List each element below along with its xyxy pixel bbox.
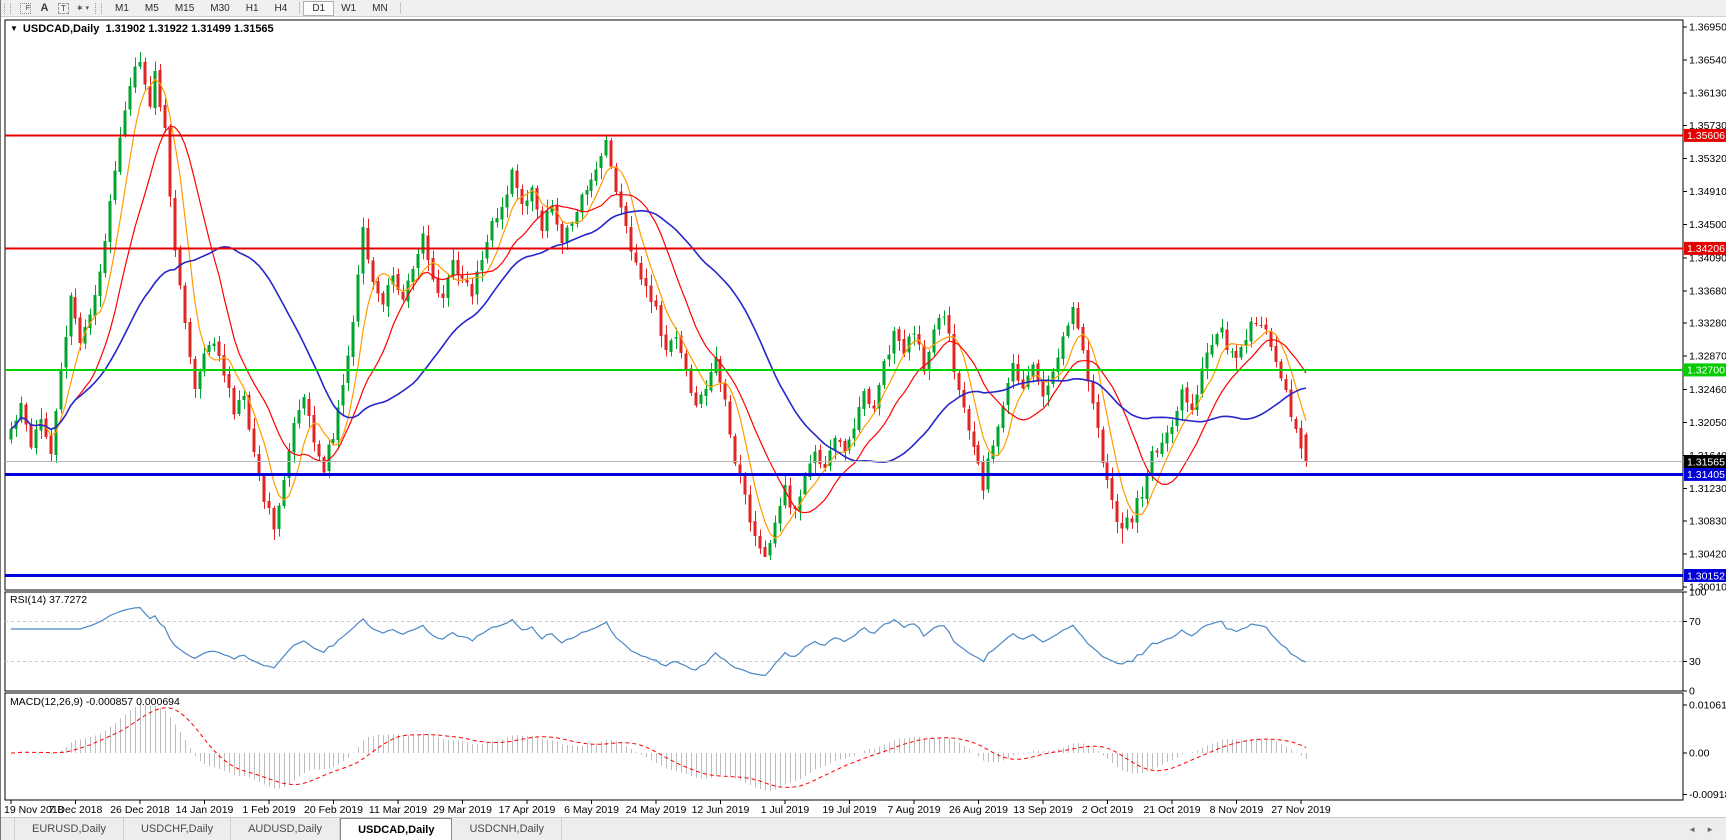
svg-text:26 Dec 2018: 26 Dec 2018 [110, 804, 170, 816]
svg-text:20 Feb 2019: 20 Feb 2019 [304, 804, 363, 816]
svg-text:1.36950: 1.36950 [1689, 22, 1726, 34]
svg-text:1.30152: 1.30152 [1687, 570, 1725, 582]
timeframe-h1-button[interactable]: H1 [238, 2, 267, 15]
chart-tabs: EURUSD,Daily USDCHF,Daily AUDUSD,Daily USDC… [14, 818, 563, 840]
svg-text:1.35606: 1.35606 [1687, 130, 1725, 142]
chart-toolbar: FAT✶ M1M5M15M30H1H4 D1W1MN [1, 0, 1726, 17]
text-label-tool-icon[interactable]: A [36, 1, 53, 15]
svg-text:1.34500: 1.34500 [1689, 219, 1726, 231]
svg-text:12 Jun 2019: 12 Jun 2019 [692, 804, 750, 816]
svg-text:2 Oct 2019: 2 Oct 2019 [1082, 804, 1134, 816]
svg-text:17 Apr 2019: 17 Apr 2019 [499, 804, 556, 816]
svg-text:0: 0 [1689, 686, 1695, 698]
timeframe-buttons-group: M1 M5 M15 M30 H1 H4 D1 W1 MN [107, 0, 405, 16]
svg-text:30: 30 [1689, 656, 1701, 668]
svg-text:26 Aug 2019: 26 Aug 2019 [949, 804, 1008, 816]
draw-tools-group: F A T ✶ [16, 1, 92, 15]
timeframe-m1-button[interactable]: M1 [107, 2, 137, 15]
svg-text:1 Feb 2019: 1 Feb 2019 [242, 804, 295, 816]
price-chart-svg[interactable]: 1.369501.365401.361301.357301.353201.349… [1, 0, 1726, 840]
tab-audusd[interactable]: AUDUSD,Daily [231, 818, 341, 840]
tabs-scroll-right-icon[interactable]: ► [1706, 825, 1714, 834]
timeframe-w1-button[interactable]: W1 [333, 2, 364, 15]
timeframe-d1-button[interactable]: D1 [303, 0, 335, 16]
svg-text:1.34206: 1.34206 [1687, 243, 1725, 255]
svg-text:1.30830: 1.30830 [1689, 515, 1726, 527]
metatrader-window: FAT✶ M1M5M15M30H1H4 D1W1MN 1.36950 1.36540… [0, 0, 1726, 840]
svg-text:70: 70 [1689, 616, 1701, 628]
svg-text:7 Aug 2019: 7 Aug 2019 [887, 804, 940, 816]
arrow-objects-tool-icon[interactable]: ✶ [74, 1, 91, 15]
svg-text:100: 100 [1689, 587, 1707, 599]
svg-text:11 Mar 2019: 11 Mar 2019 [369, 804, 427, 816]
tab-usdchf[interactable]: USDCHF,Daily [124, 818, 232, 840]
svg-text:7 Dec 2018: 7 Dec 2018 [49, 804, 103, 816]
svg-text:19 Jul 2019: 19 Jul 2019 [822, 804, 876, 816]
rsi-label: RSI(14) 37.7272 [10, 594, 88, 606]
tabs-scroll-left-icon[interactable]: ◄ [1688, 825, 1696, 834]
timeframe-toolbar-grip[interactable] [95, 2, 102, 14]
svg-text:0.00: 0.00 [1689, 748, 1710, 760]
svg-text:-0.00918: -0.00918 [1689, 789, 1726, 801]
svg-text:1.33280: 1.33280 [1689, 318, 1726, 330]
timeframe-m5-button[interactable]: M5 [137, 2, 167, 15]
svg-text:14 Jan 2019: 14 Jan 2019 [176, 804, 234, 816]
svg-text:1.31565: 1.31565 [1687, 456, 1725, 468]
svg-text:1.36130: 1.36130 [1689, 88, 1726, 100]
timeframe-mn-button[interactable]: MN [364, 2, 396, 15]
tab-eurusd[interactable]: EURUSD,Daily [14, 818, 124, 840]
timeframe-h4-button[interactable]: H4 [267, 2, 296, 15]
svg-text:13 Sep 2019: 13 Sep 2019 [1013, 804, 1073, 816]
toolbar-grip[interactable] [4, 2, 11, 14]
tab-usdcnh[interactable]: USDCNH,Daily [452, 818, 563, 840]
svg-text:1 Jul 2019: 1 Jul 2019 [761, 804, 810, 816]
toolbar-separator [299, 2, 301, 14]
symbol-collapse-icon[interactable]: ▼ [10, 24, 18, 33]
symbol-label: USDCAD,Daily [22, 23, 100, 35]
svg-text:1.32050: 1.32050 [1689, 417, 1726, 429]
frame-f-tool-icon[interactable]: F [17, 1, 34, 15]
svg-text:1.34910: 1.34910 [1689, 186, 1726, 198]
svg-text:1.30420: 1.30420 [1689, 548, 1726, 560]
macd-label: MACD(12,26,9) -0.000857 0.000694 [10, 696, 180, 708]
svg-text:1.32870: 1.32870 [1689, 351, 1726, 363]
svg-text:27 Nov 2019: 27 Nov 2019 [1271, 804, 1331, 816]
svg-text:1.35320: 1.35320 [1689, 153, 1726, 165]
tab-scroll-arrows: ◄ ► [1676, 818, 1726, 840]
tab-usdcad[interactable]: USDCAD,Daily [340, 818, 453, 840]
svg-text:21 Oct 2019: 21 Oct 2019 [1143, 804, 1200, 816]
svg-text:1.32460: 1.32460 [1689, 384, 1726, 396]
svg-text:1.31230: 1.31230 [1689, 483, 1726, 495]
svg-text:8 Nov 2019: 8 Nov 2019 [1210, 804, 1264, 816]
svg-text:1.32700: 1.32700 [1687, 365, 1725, 377]
svg-text:24 May 2019: 24 May 2019 [626, 804, 687, 816]
chart-tabs-bar: EURUSD,Daily USDCHF,Daily AUDUSD,Daily USDC… [1, 817, 1726, 840]
svg-text:6 May 2019: 6 May 2019 [564, 804, 619, 816]
text-box-tool-icon[interactable]: T [55, 1, 72, 15]
chart-symbol-title: ▼ USDCAD,Daily 1.31902 1.31922 1.31499 1.… [10, 23, 274, 35]
svg-text:1.31405: 1.31405 [1687, 469, 1725, 481]
ohlc-quote-values: 1.31902 1.31922 1.31499 1.31565 [105, 23, 274, 35]
svg-text:0.010615: 0.010615 [1689, 700, 1726, 712]
svg-text:1.33680: 1.33680 [1689, 285, 1726, 297]
svg-text:1.36540: 1.36540 [1689, 55, 1726, 67]
timeframe-m15-button[interactable]: M15 [167, 2, 202, 15]
toolbar-separator [399, 2, 401, 14]
timeframe-m30-button[interactable]: M30 [202, 2, 237, 15]
svg-text:29 Mar 2019: 29 Mar 2019 [433, 804, 492, 816]
